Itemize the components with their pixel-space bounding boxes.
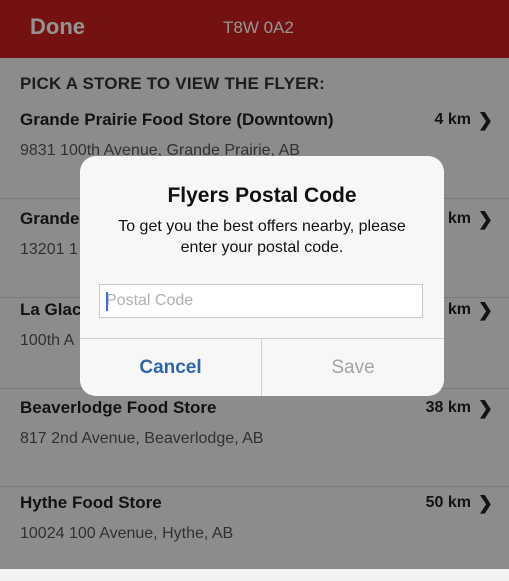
dialog-message: To get you the best offers nearby, pleas… [118, 218, 406, 256]
text-caret [106, 292, 108, 311]
cancel-button[interactable]: Cancel [80, 339, 262, 396]
dialog-title: Flyers Postal Code [167, 184, 357, 207]
dialog-buttons: Cancel Save [80, 338, 444, 396]
postal-code-input[interactable] [99, 284, 423, 318]
save-button[interactable]: Save [262, 339, 444, 396]
postal-code-dialog: Flyers Postal Code To get you the best o… [80, 156, 444, 396]
